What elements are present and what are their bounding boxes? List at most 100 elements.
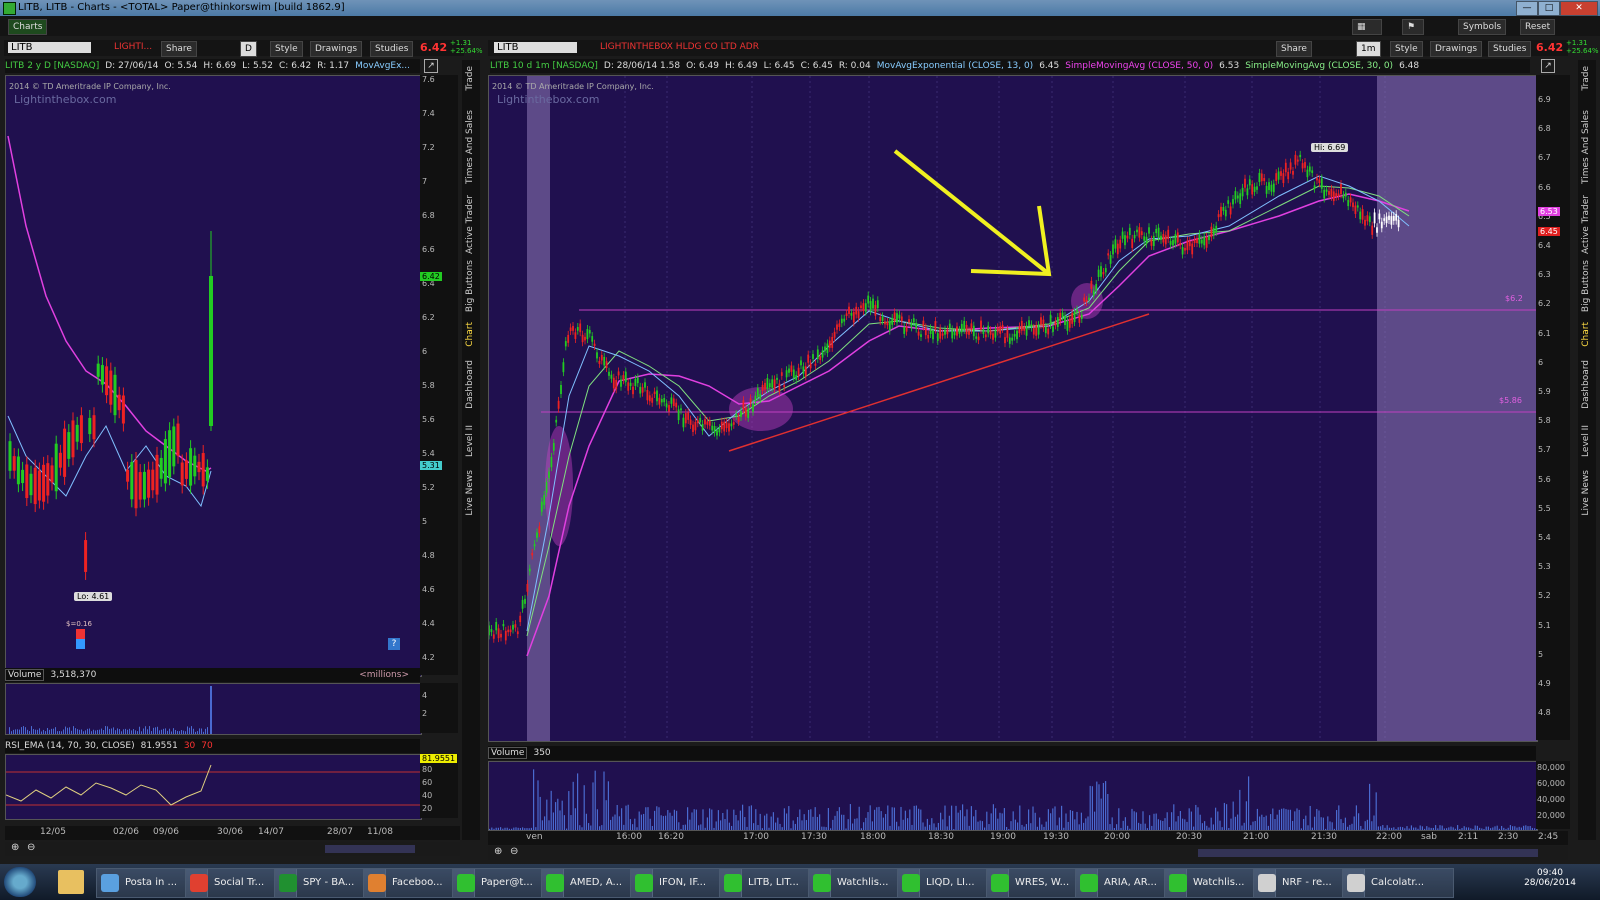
right-volume-value: 350 — [533, 748, 551, 758]
right-volume-bar — [680, 828, 682, 830]
symbols-button[interactable]: Symbols — [1458, 19, 1507, 35]
right-volume-bar — [1347, 826, 1349, 830]
bell-icon[interactable]: ⚑ — [1402, 19, 1424, 35]
right-volume-bar — [588, 823, 590, 830]
taskbar-item-label: Watchlis... — [837, 877, 889, 888]
help-icon[interactable]: ? — [388, 638, 400, 650]
left-zoom-out-icon[interactable]: ⊖ — [27, 842, 35, 853]
close-button[interactable]: ✕ — [1560, 1, 1598, 16]
left-style-button[interactable]: Style — [270, 41, 303, 57]
side-tab-live-news[interactable]: Live News — [465, 470, 475, 516]
reset-button[interactable]: Reset — [1520, 19, 1556, 35]
sma50-price-tag: 6.53 — [1538, 207, 1560, 216]
left-event-icon[interactable] — [76, 629, 85, 649]
left-volume-bar — [33, 729, 34, 734]
minimize-button[interactable]: — — [1516, 1, 1538, 16]
right-expand-icon[interactable]: ↗ — [1541, 59, 1555, 73]
right-volume-bar — [946, 826, 948, 830]
right-zoom-out-icon[interactable]: ⊖ — [510, 846, 518, 857]
explorer-icon[interactable] — [58, 870, 84, 894]
right-volume-bar — [546, 799, 548, 830]
left-volume-bar — [75, 728, 76, 734]
left-candle — [121, 395, 125, 424]
right-volume-bar — [1338, 805, 1340, 830]
side-tab-times-and-sales[interactable]: Times And Sales — [465, 110, 475, 184]
right-volume-bar — [1089, 785, 1091, 830]
left-drawings-button[interactable]: Drawings — [310, 41, 363, 57]
right-candle — [644, 382, 646, 388]
tray-date: 28/06/2014 — [1524, 878, 1576, 888]
right-candle — [1052, 326, 1054, 332]
right-candle — [872, 298, 874, 309]
side-tab-big-buttons[interactable]: Big Buttons — [465, 260, 475, 312]
layout-grid-button[interactable]: ▦ — [1352, 19, 1382, 35]
right-y-tick: 6.6 — [1538, 182, 1551, 192]
left-symbol-input[interactable]: LITB — [8, 42, 91, 53]
left-volume-bar — [13, 729, 14, 734]
right-candle — [725, 422, 728, 429]
right-volume-bar — [594, 770, 596, 830]
right-candle — [1342, 194, 1345, 199]
right-period-button[interactable]: 1m — [1356, 41, 1381, 57]
right-volume-bar — [733, 809, 735, 830]
right-side-tab-trade[interactable]: Trade — [1581, 66, 1591, 91]
right-side-tab-chart[interactable]: Chart — [1581, 322, 1591, 347]
right-candle — [1025, 325, 1028, 336]
taskbar-app-icon — [368, 874, 386, 892]
left-volume-bar — [161, 729, 162, 734]
right-x-tick: 19:00 — [990, 832, 1016, 842]
left-studies-button[interactable]: Studies — [370, 41, 414, 57]
right-candle — [749, 398, 752, 403]
side-tab-trade[interactable]: Trade — [465, 66, 475, 91]
right-side-tab-times-and-sales[interactable]: Times And Sales — [1581, 110, 1591, 184]
right-volume-bar — [1259, 816, 1261, 830]
right-style-button[interactable]: Style — [1390, 41, 1423, 57]
left-zoom-in-icon[interactable]: ⊕ — [11, 842, 19, 853]
right-candle — [879, 316, 882, 322]
right-candle — [857, 311, 860, 318]
right-candle — [1028, 320, 1030, 326]
left-volume-bar — [97, 729, 98, 734]
right-studies-button[interactable]: Studies — [1488, 41, 1532, 57]
left-volume-bar — [73, 726, 74, 734]
left-rsi-chart — [5, 754, 422, 820]
right-volume-bar — [1327, 816, 1329, 830]
right-symbol-input[interactable]: LITB — [494, 42, 577, 53]
right-drawings-button[interactable]: Drawings — [1430, 41, 1483, 57]
left-chart-controls[interactable]: ⊕ ⊖ — [5, 842, 460, 856]
right-candle — [1181, 247, 1184, 255]
right-volume-bar — [808, 809, 810, 830]
right-candle — [564, 341, 567, 347]
maximize-button[interactable]: □ — [1538, 1, 1560, 16]
side-tab-level-ii[interactable]: Level II — [465, 425, 475, 457]
tray-clock[interactable]: 09:40 28/06/2014 — [1500, 868, 1600, 888]
taskbar-item-label: LIQD, LI... — [926, 877, 975, 888]
right-candle — [1186, 240, 1189, 251]
right-candle — [874, 304, 877, 316]
start-button[interactable] — [4, 867, 36, 897]
right-side-tab-dashboard[interactable]: Dashboard — [1581, 360, 1591, 409]
left-expand-icon[interactable]: ↗ — [424, 59, 438, 73]
right-zoom-in-icon[interactable]: ⊕ — [494, 846, 502, 857]
right-candle — [1236, 195, 1239, 199]
side-tab-chart[interactable]: Chart — [465, 322, 475, 347]
right-side-tab-live-news[interactable]: Live News — [1581, 470, 1591, 516]
right-chart-controls[interactable]: ⊕ ⊖ — [488, 846, 1568, 860]
right-scrollbar[interactable] — [1198, 849, 1538, 857]
right-share-button[interactable]: Share — [1276, 41, 1312, 57]
right-side-tab-level-ii[interactable]: Level II — [1581, 425, 1591, 457]
right-side-tab-big-buttons[interactable]: Big Buttons — [1581, 260, 1591, 312]
right-volume-bar — [942, 819, 944, 830]
left-scrollbar[interactable] — [325, 845, 415, 853]
right-volume-bar — [1276, 814, 1278, 830]
taskbar-item[interactable]: Calcolatr... — [1342, 868, 1454, 898]
right-candle — [509, 629, 512, 633]
charts-tab[interactable]: Charts — [8, 19, 48, 35]
right-candle — [665, 403, 668, 408]
side-tab-active-trader[interactable]: Active Trader — [465, 195, 475, 254]
left-share-button[interactable]: Share — [161, 41, 197, 57]
left-volume-bar — [31, 726, 32, 734]
side-tab-dashboard[interactable]: Dashboard — [465, 360, 475, 409]
left-period-button[interactable]: D — [240, 41, 257, 57]
right-side-tab-active-trader[interactable]: Active Trader — [1581, 195, 1591, 254]
